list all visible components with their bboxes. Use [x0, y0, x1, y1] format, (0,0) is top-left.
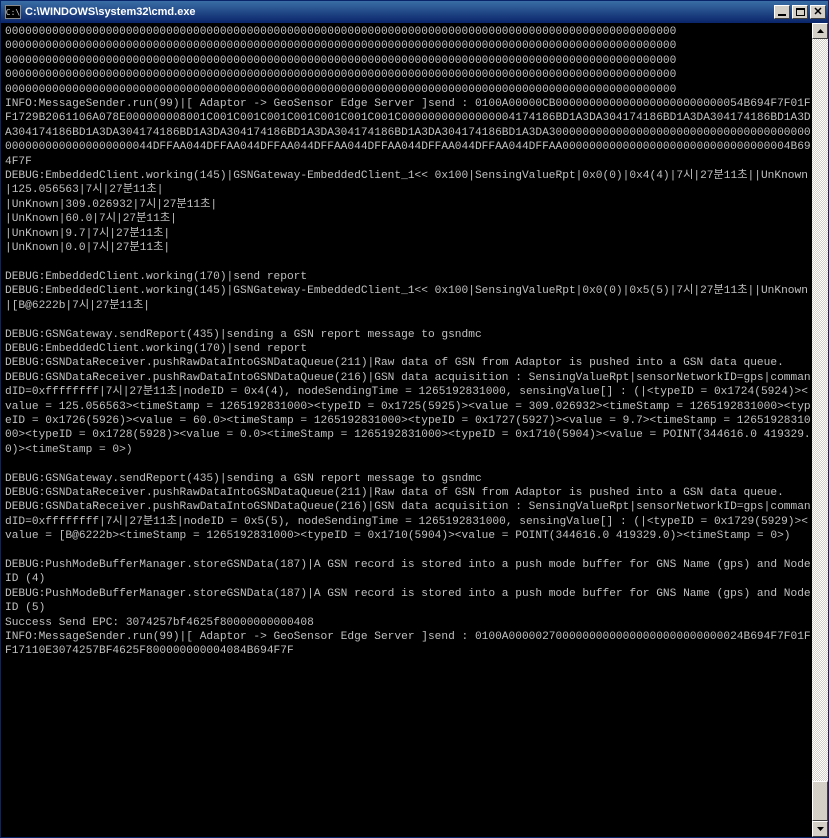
scroll-up-button[interactable] [812, 23, 828, 39]
window-controls: ✕ [774, 5, 826, 19]
arrow-up-icon [817, 29, 824, 33]
scroll-track[interactable] [812, 39, 828, 821]
maximize-button[interactable] [792, 5, 808, 19]
cmd-window: C:\ C:\WINDOWS\system32\cmd.exe ✕ 000000… [0, 0, 829, 838]
console-body: 0000000000000000000000000000000000000000… [1, 23, 828, 837]
console-output[interactable]: 0000000000000000000000000000000000000000… [1, 23, 812, 837]
scroll-thumb[interactable] [812, 781, 828, 821]
cmd-icon: C:\ [5, 5, 21, 19]
minimize-icon [778, 14, 786, 16]
maximize-icon [796, 8, 805, 16]
close-icon: ✕ [813, 7, 822, 18]
title-bar[interactable]: C:\ C:\WINDOWS\system32\cmd.exe ✕ [1, 1, 828, 23]
vertical-scrollbar[interactable] [812, 23, 828, 837]
scroll-down-button[interactable] [812, 821, 828, 837]
close-button[interactable]: ✕ [810, 5, 826, 19]
minimize-button[interactable] [774, 5, 790, 19]
arrow-down-icon [817, 827, 824, 831]
window-title: C:\WINDOWS\system32\cmd.exe [25, 6, 774, 18]
